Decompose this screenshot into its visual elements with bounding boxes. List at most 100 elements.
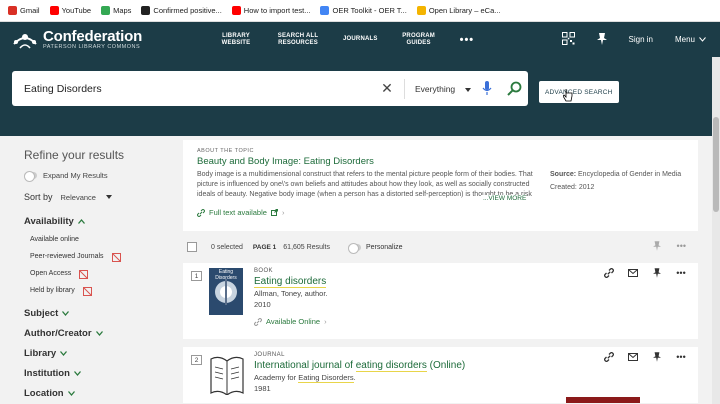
availability-label: Available Online: [266, 317, 321, 326]
cover-thumbnail-partial: [566, 397, 640, 403]
sort-row: Sort by Relevance: [24, 192, 174, 202]
more-options-icon[interactable]: •••: [676, 268, 686, 278]
chevron-up-icon: [77, 217, 85, 226]
toggle-switch[interactable]: [347, 242, 361, 254]
facet-item-label: Held by library: [30, 287, 75, 294]
result-title[interactable]: Eating disorders: [254, 276, 328, 288]
facet-label: Library: [24, 348, 57, 359]
pin-icon[interactable]: [652, 268, 662, 278]
bookmark-item[interactable]: How to import test...: [231, 6, 310, 15]
result-title[interactable]: International journal of eating disorder…: [254, 360, 465, 372]
result-actions: •••: [604, 268, 686, 278]
permalink-icon[interactable]: [604, 268, 614, 278]
toggle-switch[interactable]: [24, 171, 37, 182]
main-nav: LIBRARY WEBSITE SEARCH ALL RESOURCES JOU…: [219, 33, 474, 47]
nav-journals[interactable]: JOURNALS: [343, 36, 378, 43]
scrollbar-thumb[interactable]: [713, 117, 719, 212]
exclude-icon[interactable]: [82, 286, 92, 296]
qr-code-icon[interactable]: [561, 32, 575, 47]
pin-icon[interactable]: [652, 241, 661, 253]
facet-availability[interactable]: Availability: [24, 216, 174, 227]
permalink-icon[interactable]: [604, 352, 614, 362]
availability-items: Available online Peer-reviewed Journals …: [24, 231, 174, 299]
bookmark-icon: [416, 6, 426, 15]
logo[interactable]: Confederation PATERSON LIBRARY COMMONS: [12, 29, 207, 51]
page-indicator: PAGE 1: [252, 243, 277, 251]
about-title[interactable]: Beauty and Body Image: Eating Disorders: [197, 156, 684, 167]
expand-results-toggle[interactable]: Expand My Results: [24, 171, 174, 182]
facet-item-label: Available online: [30, 236, 79, 243]
bookmark-item[interactable]: Gmail: [8, 6, 40, 15]
exclude-icon[interactable]: [111, 252, 121, 262]
logo-icon: [12, 30, 38, 50]
gmail-icon: [8, 6, 17, 15]
facet-label: Location: [24, 388, 64, 399]
logo-title: Confederation: [43, 27, 143, 45]
search-scope-select[interactable]: Everything: [404, 78, 474, 99]
bookmark-label: Maps: [113, 6, 132, 15]
pin-icon[interactable]: [596, 32, 607, 47]
availability-link[interactable]: Available Online ›: [254, 317, 328, 326]
exclude-icon[interactable]: [79, 269, 89, 279]
result-card[interactable]: 2 JOURNAL International journal of eatin…: [183, 347, 698, 403]
email-icon[interactable]: [628, 352, 638, 362]
select-all-checkbox[interactable]: [187, 242, 197, 252]
facet-item-held-by-library[interactable]: Held by library: [30, 282, 174, 299]
results-pane: ABOUT THE TOPIC Beauty and Body Image: E…: [183, 136, 698, 403]
source-value: Encyclopedia of Gender in Media: [578, 171, 682, 178]
result-actions: •••: [604, 352, 686, 362]
journal-icon[interactable]: [209, 353, 245, 396]
pin-icon[interactable]: [652, 352, 662, 362]
nav-search-all-resources[interactable]: SEARCH ALL RESOURCES: [275, 33, 321, 47]
facet-location[interactable]: Location: [24, 388, 174, 399]
created-label: Created:: [550, 184, 577, 191]
personalize-toggle[interactable]: Personalize: [347, 242, 403, 254]
nav-program-guides[interactable]: PROGRAM GUIDES: [400, 33, 438, 47]
bookmark-item[interactable]: Open Library – eCa...: [416, 6, 501, 15]
nav-library-website[interactable]: LIBRARY WEBSITE: [219, 33, 253, 47]
facet-institution[interactable]: Institution: [24, 368, 174, 379]
facet-item-available-online[interactable]: Available online: [30, 231, 174, 248]
facet-author-creator[interactable]: Author/Creator: [24, 328, 174, 339]
view-more-link[interactable]: ...VIEW MORE: [481, 195, 527, 202]
email-icon[interactable]: [628, 268, 638, 278]
facet-item-peer-reviewed[interactable]: Peer-reviewed Journals: [30, 248, 174, 265]
book-cover-image[interactable]: Eating Disorders: [209, 268, 243, 315]
facet-subject[interactable]: Subject: [24, 308, 174, 319]
logo-subtitle: PATERSON LIBRARY COMMONS: [43, 43, 141, 50]
more-options-icon[interactable]: •••: [677, 241, 686, 253]
sign-in-link[interactable]: Sign in: [629, 35, 653, 44]
sort-value: Relevance: [60, 192, 96, 202]
created-value: 2012: [578, 184, 595, 191]
result-card[interactable]: 1 Eating Disorders BOOK Eating disorders…: [183, 263, 698, 339]
bookmark-label: Confirmed positive...: [153, 6, 222, 15]
site-header: Confederation PATERSON LIBRARY COMMONS L…: [0, 22, 720, 57]
search-input[interactable]: [12, 82, 376, 95]
mouse-cursor-icon: [563, 89, 573, 102]
github-icon: [141, 6, 151, 15]
bookmark-item[interactable]: Maps: [101, 6, 131, 15]
youtube-icon: [231, 6, 241, 15]
expand-results-label: Expand My Results: [43, 171, 108, 180]
facet-library[interactable]: Library: [24, 348, 174, 359]
advanced-search-button[interactable]: ADVANCED SEARCH: [539, 81, 619, 103]
bookmark-item[interactable]: Confirmed positive...: [141, 6, 222, 15]
page-scrollbar[interactable]: [712, 57, 720, 404]
results-count: 61,605 Results: [283, 243, 330, 251]
bookmark-item[interactable]: OER Toolkit - OER T...: [320, 6, 407, 15]
bookmark-item[interactable]: YouTube: [49, 6, 91, 15]
search-icon[interactable]: [500, 81, 528, 96]
more-options-icon[interactable]: •••: [676, 352, 686, 362]
clear-search-icon[interactable]: ✕: [376, 80, 398, 97]
menu-button[interactable]: Menu: [675, 35, 706, 44]
full-text-label: Full text available: [209, 208, 267, 217]
about-label: ABOUT THE TOPIC: [197, 148, 254, 154]
chevron-down-icon: [62, 309, 70, 318]
chevron-right-icon: ›: [281, 208, 285, 217]
full-text-link[interactable]: Full text available ›: [197, 208, 684, 217]
facet-item-open-access[interactable]: Open Access: [30, 265, 174, 282]
nav-more-button[interactable]: •••: [460, 34, 475, 46]
sort-select[interactable]: Relevance: [61, 193, 112, 202]
result-details: JOURNAL International journal of eating …: [254, 352, 465, 393]
microphone-icon[interactable]: [474, 81, 500, 96]
